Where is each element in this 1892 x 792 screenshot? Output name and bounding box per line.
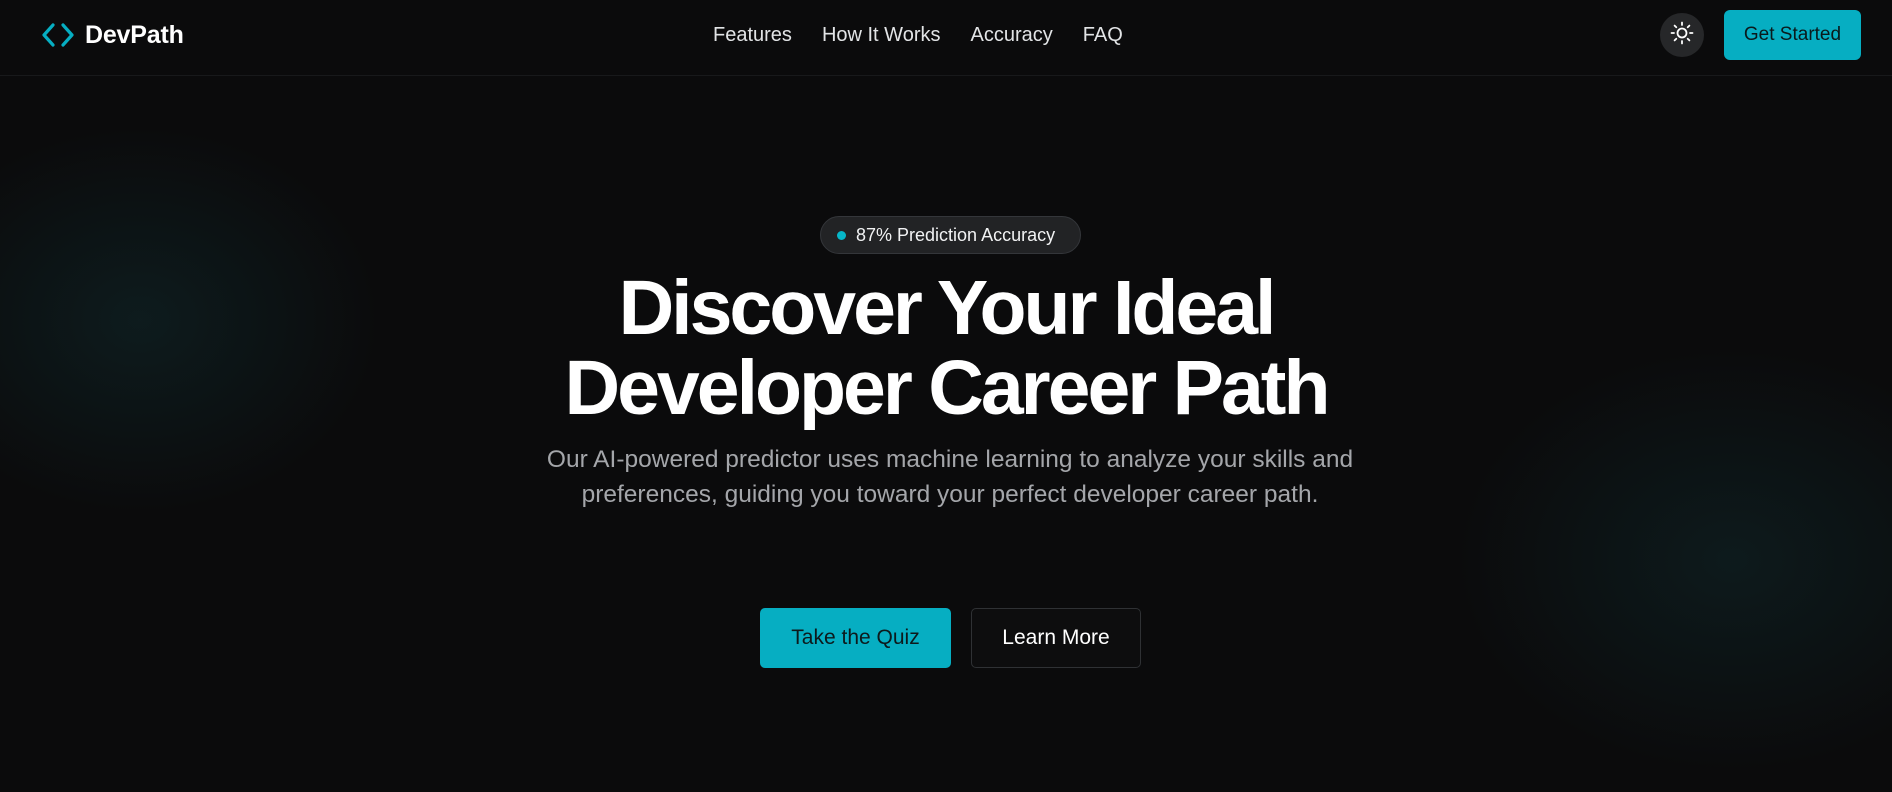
hero-subtitle: Our AI-powered predictor uses machine le… (546, 446, 1354, 508)
top-navbar: DevPath Features How It Works Accuracy F… (0, 0, 1892, 76)
nav-link-how-it-works[interactable]: How It Works (822, 22, 941, 48)
hero-title: Discover Your Ideal Developer Career Pat… (446, 268, 1446, 428)
get-started-button[interactable]: Get Started (1724, 10, 1861, 60)
code-brackets-icon (40, 21, 76, 49)
main-nav: Features How It Works Accuracy FAQ (713, 22, 1123, 48)
logo-text: DevPath (85, 20, 184, 49)
nav-link-faq[interactable]: FAQ (1083, 22, 1123, 48)
hero-title-line-1: Discover Your Ideal (618, 265, 1277, 351)
badge-dot (837, 230, 846, 240)
sun-icon (1670, 21, 1694, 50)
background-glow-right (1432, 330, 1892, 790)
accuracy-badge: 87% Prediction Accuracy (820, 216, 1081, 254)
learn-more-button[interactable]: Learn More (971, 608, 1141, 668)
take-quiz-button[interactable]: Take the Quiz (760, 608, 951, 668)
hero-title-line-2: Developer Career Path (564, 345, 1331, 431)
nav-link-features[interactable]: Features (713, 22, 792, 48)
landing-page: DevPath Features How It Works Accuracy F… (0, 0, 1892, 792)
nav-link-accuracy[interactable]: Accuracy (970, 22, 1052, 48)
background-glow-left (0, 110, 400, 530)
badge-text: 87% Prediction Accuracy (856, 224, 1056, 245)
logo[interactable]: DevPath (40, 18, 184, 52)
theme-toggle-button[interactable] (1660, 13, 1704, 57)
